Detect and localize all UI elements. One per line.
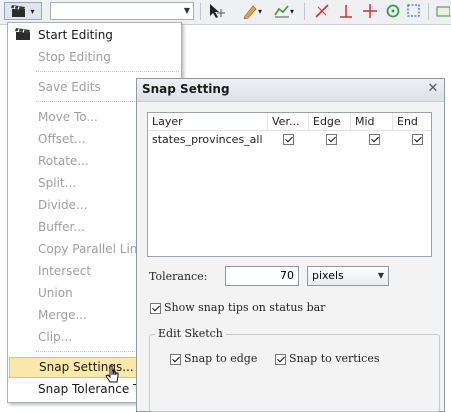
snap-layers-table: Layer Ver... Edge Mid End states_provinc… [147,112,432,257]
clapperboard-icon [11,5,26,17]
move-vertex-button[interactable] [360,2,380,20]
attributes-button[interactable] [434,2,451,20]
snap-end-checkbox[interactable] [412,134,423,145]
snap-to-vertices-label[interactable]: Snap to vertices [289,352,380,365]
select-features-button[interactable] [404,2,424,20]
edit-tool-icon [210,4,225,18]
tolerance-label: Tolerance: [149,270,208,283]
column-header-vertex[interactable]: Ver... [268,113,309,131]
editor-menu-button[interactable]: ▾ [4,2,42,20]
mouse-cursor-icon [105,365,119,383]
snap-mid-checkbox[interactable] [369,134,380,145]
toolbar-separator [304,3,305,20]
rotate-icon [386,4,400,18]
snap-vertex-checkbox[interactable] [283,134,294,145]
perpendicular-button[interactable] [336,2,356,20]
chevron-down-icon: ▾ [30,6,35,16]
snap-to-vertices-checkbox[interactable] [275,354,286,365]
snap-edge-checkbox[interactable] [326,134,337,145]
close-icon[interactable]: ✕ [426,82,440,96]
snap-to-edge-checkbox[interactable] [170,354,181,365]
chevron-down-icon: ▾ [257,6,262,16]
tolerance-input[interactable]: 70 [225,266,299,286]
toolbar-separator [428,3,429,20]
show-snap-tips-checkbox[interactable] [150,303,161,314]
delete-vertex-icon [315,4,329,18]
menu-item-start-editing[interactable]: Start Editing [8,25,181,46]
column-header-edge[interactable]: Edge [309,113,351,131]
pencil-icon [243,5,257,19]
column-header-layer[interactable]: Layer [148,113,268,131]
menu-separator [36,71,179,72]
move-cross-icon [363,4,377,18]
construction-icon [274,5,289,18]
target-layer-combo[interactable]: ▼ [50,2,194,20]
delete-vertex-button[interactable] [312,2,332,20]
edit-tool-button[interactable] [206,2,228,20]
construction-tools-button[interactable]: ▾ [270,2,298,20]
chevron-down-icon: ▼ [377,271,384,280]
show-snap-tips-label[interactable]: Show snap tips on status bar [164,301,325,314]
tolerance-units-select[interactable]: pixels ▼ [307,266,389,286]
chevron-down-icon: ▼ [183,6,190,15]
layer-name-cell: states_provinces_all [152,133,263,146]
tolerance-units-value: pixels [312,269,344,282]
sketch-tool-button[interactable]: ▾ [238,2,266,20]
column-header-mid[interactable]: Mid [351,113,393,131]
snap-to-edge-label[interactable]: Snap to edge [184,352,257,365]
select-box-icon [407,4,420,17]
chevron-down-icon: ▾ [289,6,294,16]
column-header-end[interactable]: End [393,113,431,131]
edit-sketch-group [149,334,440,412]
toolbar-separator [200,3,201,20]
dialog-title-bar[interactable]: Snap Setting ✕ [137,79,444,102]
perpendicular-icon [340,5,352,18]
rotate-button[interactable] [383,2,403,20]
menu-item-stop-editing[interactable]: Stop Editing [8,47,181,68]
dialog-title: Snap Setting [142,82,230,96]
edit-sketch-group-label: Edit Sketch [155,327,226,340]
snap-setting-dialog: Snap Setting ✕ Layer Ver... Edge Mid End… [136,78,445,412]
attributes-icon [436,6,450,17]
